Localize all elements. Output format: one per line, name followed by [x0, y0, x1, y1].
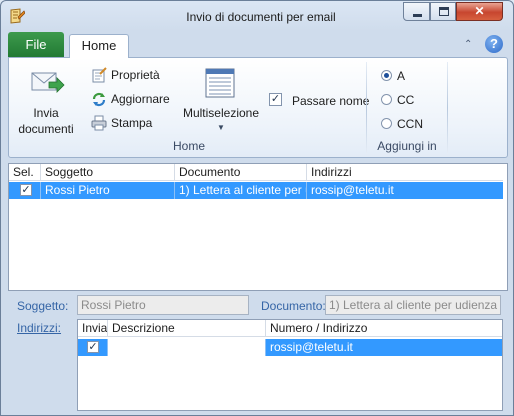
- col-header-sel[interactable]: Sel.: [9, 164, 41, 181]
- properties-label: Proprietà: [111, 68, 160, 82]
- multiselect-label: Multiselezione: [182, 106, 260, 120]
- group-separator-end: [447, 62, 448, 154]
- document-label: Documento:: [261, 299, 326, 313]
- row-document: 1) Lettera al cliente per udienza: [175, 182, 307, 199]
- multiselect-icon: [205, 68, 235, 98]
- app-icon[interactable]: [9, 8, 25, 25]
- group-label-add: Aggiungi in: [377, 139, 437, 153]
- radio-option-cc[interactable]: CC: [379, 92, 439, 108]
- ribbon: Invia documenti Proprietà Aggiornare Sta…: [8, 57, 508, 158]
- radio-ccn-label: CCN: [397, 117, 423, 131]
- print-label: Stampa: [111, 116, 153, 130]
- group-separator: [366, 62, 367, 154]
- refresh-icon: [92, 92, 106, 107]
- group-label-home: Home: [172, 139, 205, 153]
- radio-cc-label: CC: [397, 93, 415, 107]
- radio-ccn[interactable]: [381, 118, 392, 129]
- send-documents-button[interactable]: Invia documenti: [15, 66, 77, 138]
- col-header-subject[interactable]: Soggetto: [41, 164, 175, 181]
- col-header-number-address[interactable]: Numero / Indirizzo: [266, 320, 502, 337]
- minimize-icon: [413, 14, 422, 17]
- radio-a[interactable]: [381, 70, 392, 81]
- address-value: rossip@teletu.it: [270, 340, 353, 354]
- col-header-send[interactable]: Invia: [78, 320, 108, 337]
- table-row[interactable]: ✓ rossip@teletu.it: [78, 339, 502, 356]
- addresses-label: Indirizzi:: [17, 321, 62, 335]
- pass-name-checkbox[interactable]: ✓: [269, 93, 282, 106]
- close-button[interactable]: ✕: [456, 2, 503, 21]
- close-icon: ✕: [474, 4, 485, 18]
- radio-cc[interactable]: [381, 94, 392, 105]
- row-subject: Rossi Pietro: [41, 182, 175, 199]
- documents-grid[interactable]: Sel. Soggetto Documento Indirizzi ✓ Ross…: [8, 163, 508, 291]
- radio-option-a[interactable]: A: [379, 68, 439, 84]
- collapse-ribbon-icon[interactable]: ⌃: [464, 39, 476, 50]
- pass-name-label: Passare nome: [292, 94, 370, 108]
- multiselect-button[interactable]: Multiselezione ▼: [179, 66, 263, 136]
- properties-button[interactable]: Proprietà: [91, 66, 171, 84]
- send-email-icon: [31, 72, 65, 93]
- col-header-document[interactable]: Documento: [175, 164, 307, 181]
- pass-name-option[interactable]: ✓ Passare nome: [267, 92, 370, 110]
- printer-icon: [91, 115, 107, 131]
- row-select-cell: ✓: [9, 182, 41, 199]
- print-button[interactable]: Stampa: [91, 114, 171, 132]
- window-title: Invio di documenti per email: [186, 10, 336, 24]
- subject-label: Soggetto:: [17, 299, 69, 313]
- tab-home[interactable]: Home: [69, 34, 129, 58]
- address-send-cell: ✓: [78, 339, 108, 356]
- col-header-description[interactable]: Descrizione: [108, 320, 266, 337]
- address-send-checkbox[interactable]: ✓: [87, 341, 99, 353]
- tab-file[interactable]: File: [8, 32, 64, 57]
- send-label-line1: Invia: [33, 106, 59, 120]
- refresh-button[interactable]: Aggiornare: [91, 90, 171, 108]
- dropdown-arrow-icon: ▼: [217, 123, 225, 132]
- row-address: rossip@teletu.it: [311, 183, 394, 197]
- radio-a-label: A: [397, 69, 406, 83]
- address-description[interactable]: [108, 339, 266, 356]
- radio-option-ccn[interactable]: CCN: [379, 116, 439, 132]
- refresh-label: Aggiornare: [111, 92, 170, 106]
- addresses-grid[interactable]: Invia Descrizione Numero / Indirizzo ✓ r…: [77, 319, 503, 411]
- address-grid-header: Invia Descrizione Numero / Indirizzo: [78, 320, 502, 337]
- subject-field[interactable]: Rossi Pietro: [77, 295, 249, 315]
- table-row[interactable]: ✓ Rossi Pietro 1) Lettera al cliente per…: [9, 182, 503, 199]
- maximize-icon: [439, 7, 449, 16]
- maximize-button[interactable]: [430, 2, 456, 21]
- grid-header: Sel. Soggetto Documento Indirizzi: [9, 164, 503, 181]
- send-label-line2: documenti: [18, 122, 74, 136]
- document-field[interactable]: 1) Lettera al cliente per udienza com: [325, 295, 501, 315]
- row-checkbox[interactable]: ✓: [20, 184, 32, 196]
- app-window: Invio di documenti per email ✕ File Home…: [0, 0, 514, 416]
- col-header-addresses[interactable]: Indirizzi: [307, 164, 503, 181]
- help-icon[interactable]: ?: [485, 35, 503, 53]
- title-bar: Invio di documenti per email ✕: [1, 1, 513, 31]
- minimize-button[interactable]: [403, 2, 430, 21]
- properties-icon: [92, 67, 107, 83]
